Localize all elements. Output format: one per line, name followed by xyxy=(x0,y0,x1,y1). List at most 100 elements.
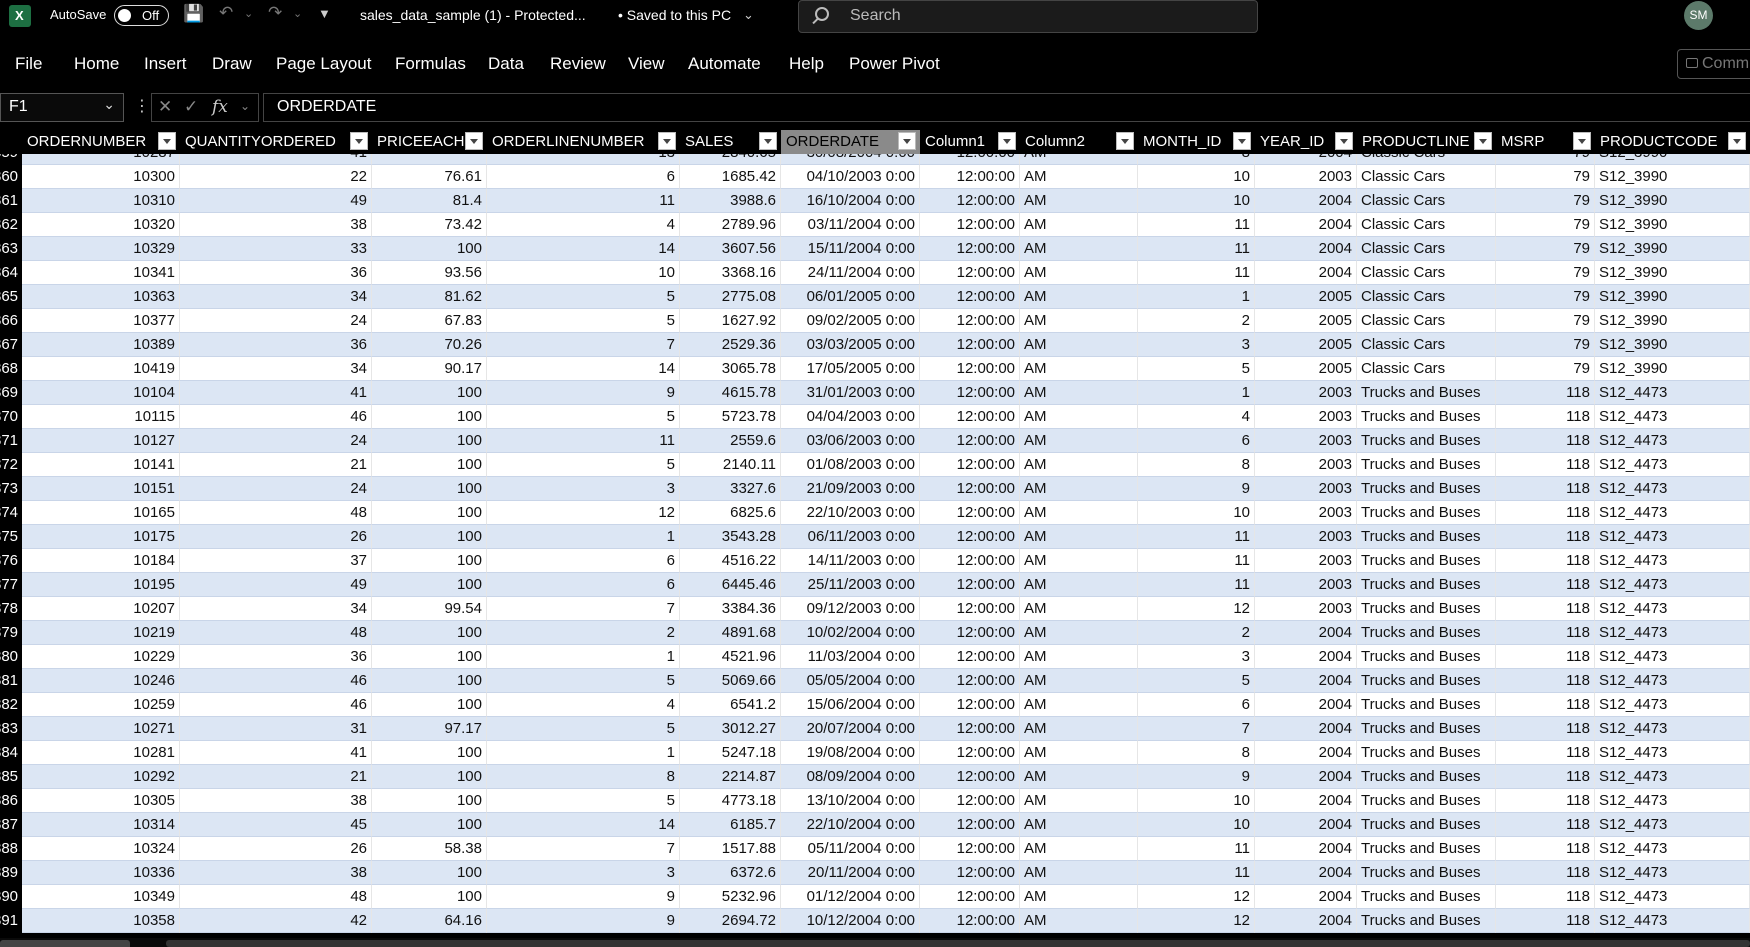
cell-msrp[interactable]: 118 xyxy=(1496,885,1595,909)
cell-orderlinenumber[interactable]: 6 xyxy=(487,549,680,573)
cell-quantityordered[interactable]: 24 xyxy=(180,477,372,501)
cell-year-id[interactable]: 2004 xyxy=(1255,189,1357,213)
cell-quantityordered[interactable]: 21 xyxy=(180,453,372,477)
cell-priceeach[interactable]: 100 xyxy=(372,453,487,477)
cell-year-id[interactable]: 2005 xyxy=(1255,333,1357,357)
cell-orderdate[interactable]: 15/11/2004 0:00 xyxy=(781,237,920,261)
cell-month-id[interactable]: 2 xyxy=(1138,621,1255,645)
column-header-month-id[interactable]: MONTH_ID xyxy=(1138,130,1255,154)
cell-msrp[interactable]: 118 xyxy=(1496,477,1595,501)
cell-priceeach[interactable]: 100 xyxy=(372,525,487,549)
cell-productcode[interactable]: S12_3990 xyxy=(1595,261,1750,285)
cell-orderdate[interactable]: 10/02/2004 0:00 xyxy=(781,621,920,645)
cell-priceeach[interactable]: 100 xyxy=(372,573,487,597)
cell-orderdate[interactable]: 30/08/2004 0:00 xyxy=(781,154,920,165)
cell-quantityordered[interactable]: 31 xyxy=(180,717,372,741)
cell-month-id[interactable]: 3 xyxy=(1138,333,1255,357)
cell-year-id[interactable]: 2003 xyxy=(1255,381,1357,405)
cell-orderlinenumber[interactable]: 14 xyxy=(487,813,680,837)
cell-column1[interactable]: 12:00:00 xyxy=(920,154,1020,165)
cell-quantityordered[interactable]: 38 xyxy=(180,789,372,813)
column-header-column1[interactable]: Column1 xyxy=(920,130,1020,154)
cell-quantityordered[interactable]: 36 xyxy=(180,645,372,669)
cell-orderdate[interactable]: 05/11/2004 0:00 xyxy=(781,837,920,861)
cell-column2[interactable]: AM xyxy=(1020,837,1138,861)
cell-msrp[interactable]: 79 xyxy=(1496,237,1595,261)
cell-productline[interactable]: Trucks and Buses xyxy=(1357,885,1496,909)
cell-year-id[interactable]: 2004 xyxy=(1255,154,1357,165)
cell-month-id[interactable]: 2 xyxy=(1138,309,1255,333)
cell-column1[interactable]: 12:00:00 xyxy=(920,525,1020,549)
cell-column2[interactable]: AM xyxy=(1020,285,1138,309)
cell-orderlinenumber[interactable]: 7 xyxy=(487,597,680,621)
cell-year-id[interactable]: 2005 xyxy=(1255,285,1357,309)
cell-orderdate[interactable]: 06/01/2005 0:00 xyxy=(781,285,920,309)
cell-year-id[interactable]: 2004 xyxy=(1255,837,1357,861)
cell-msrp[interactable]: 118 xyxy=(1496,669,1595,693)
cell-ordernumber[interactable]: 10314 xyxy=(22,813,180,837)
column-header-column2[interactable]: Column2 xyxy=(1020,130,1138,154)
cell-quantityordered[interactable]: 41 xyxy=(180,154,372,165)
cell-orderdate[interactable]: 15/06/2004 0:00 xyxy=(781,693,920,717)
cell-ordernumber[interactable]: 10207 xyxy=(22,597,180,621)
cell-column1[interactable]: 12:00:00 xyxy=(920,813,1020,837)
cell-orderlinenumber[interactable]: 14 xyxy=(487,357,680,381)
cell-productline[interactable]: Trucks and Buses xyxy=(1357,597,1496,621)
cell-quantityordered[interactable]: 48 xyxy=(180,501,372,525)
save-status[interactable]: • Saved to this PC xyxy=(618,7,731,23)
cell-productcode[interactable]: S12_4473 xyxy=(1595,597,1750,621)
cell-orderlinenumber[interactable]: 8 xyxy=(487,765,680,789)
cell-orderdate[interactable]: 17/05/2005 0:00 xyxy=(781,357,920,381)
cell-year-id[interactable]: 2003 xyxy=(1255,573,1357,597)
tab-file[interactable]: File xyxy=(15,54,42,74)
cell-column1[interactable]: 12:00:00 xyxy=(920,501,1020,525)
cell-productline[interactable]: Classic Cars xyxy=(1357,213,1496,237)
cell-column2[interactable]: AM xyxy=(1020,165,1138,189)
row-number[interactable]: 389 xyxy=(0,861,22,885)
column-header-sales[interactable]: SALES xyxy=(680,130,781,154)
cell-productline[interactable]: Trucks and Buses xyxy=(1357,669,1496,693)
row-number[interactable]: 367 xyxy=(0,333,22,357)
cell-sales[interactable]: 3065.78 xyxy=(680,357,781,381)
cell-msrp[interactable]: 118 xyxy=(1496,381,1595,405)
tab-power-pivot[interactable]: Power Pivot xyxy=(849,54,940,74)
cell-column2[interactable]: AM xyxy=(1020,621,1138,645)
cell-priceeach[interactable]: 93.56 xyxy=(372,261,487,285)
cell-orderdate[interactable]: 21/09/2003 0:00 xyxy=(781,477,920,501)
cell-msrp[interactable]: 118 xyxy=(1496,453,1595,477)
cell-msrp[interactable]: 118 xyxy=(1496,909,1595,933)
cell-year-id[interactable]: 2005 xyxy=(1255,309,1357,333)
cell-column2[interactable]: AM xyxy=(1020,573,1138,597)
cell-orderlinenumber[interactable]: 9 xyxy=(487,381,680,405)
filter-dropdown-icon[interactable] xyxy=(1233,132,1251,150)
cell-priceeach[interactable]: 100 xyxy=(372,741,487,765)
cell-sales[interactable]: 2775.08 xyxy=(680,285,781,309)
cell-month-id[interactable]: 11 xyxy=(1138,261,1255,285)
cell-sales[interactable]: 2529.36 xyxy=(680,333,781,357)
chevron-down-icon[interactable]: ⌄ xyxy=(103,96,115,113)
cell-orderlinenumber[interactable]: 4 xyxy=(487,693,680,717)
cell-productcode[interactable]: S12_4473 xyxy=(1595,861,1750,885)
cell-productcode[interactable]: S12_4473 xyxy=(1595,717,1750,741)
cell-column1[interactable]: 12:00:00 xyxy=(920,285,1020,309)
cell-column2[interactable]: AM xyxy=(1020,501,1138,525)
column-header-year-id[interactable]: YEAR_ID xyxy=(1255,130,1357,154)
cell-priceeach[interactable]: 99.54 xyxy=(372,597,487,621)
cell-column1[interactable]: 12:00:00 xyxy=(920,189,1020,213)
tab-page-layout[interactable]: Page Layout xyxy=(276,54,371,74)
cell-msrp[interactable]: 79 xyxy=(1496,261,1595,285)
filter-dropdown-icon[interactable] xyxy=(1573,132,1591,150)
row-number[interactable]: 368 xyxy=(0,357,22,381)
cell-column1[interactable]: 12:00:00 xyxy=(920,405,1020,429)
cell-priceeach[interactable]: 97.17 xyxy=(372,717,487,741)
cell-month-id[interactable]: 12 xyxy=(1138,597,1255,621)
cell-month-id[interactable]: 11 xyxy=(1138,573,1255,597)
cell-productline[interactable]: Classic Cars xyxy=(1357,154,1496,165)
cell-priceeach[interactable]: 81.62 xyxy=(372,285,487,309)
cell-ordernumber[interactable]: 10292 xyxy=(22,765,180,789)
cell-quantityordered[interactable]: 46 xyxy=(180,405,372,429)
cell-productcode[interactable]: S12_3990 xyxy=(1595,285,1750,309)
cell-quantityordered[interactable]: 36 xyxy=(180,333,372,357)
cell-productline[interactable]: Trucks and Buses xyxy=(1357,429,1496,453)
cell-year-id[interactable]: 2004 xyxy=(1255,765,1357,789)
